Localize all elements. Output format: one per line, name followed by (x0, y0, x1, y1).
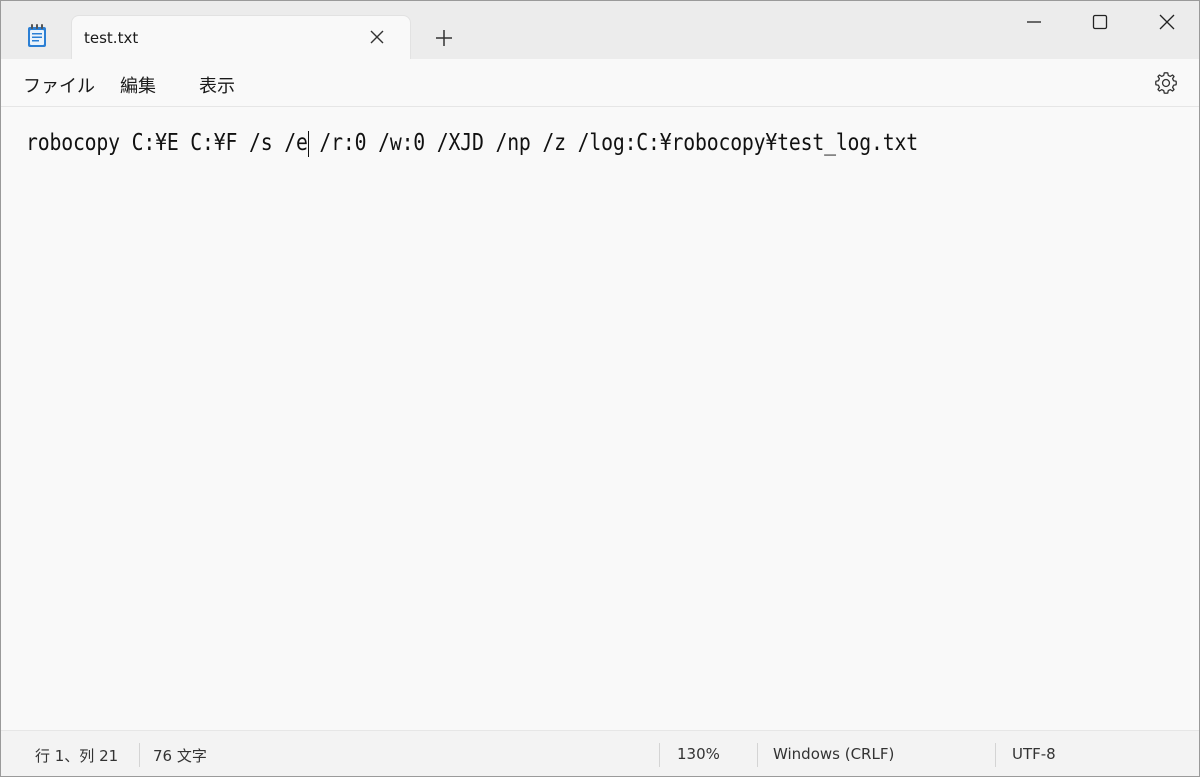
plus-icon[interactable] (433, 27, 455, 49)
status-bar: 行 1、列 21 76 文字 130% Windows (CRLF) UTF-8 (1, 730, 1199, 776)
maximize-button[interactable] (1067, 1, 1133, 45)
status-divider (757, 743, 758, 767)
line-ending[interactable]: Windows (CRLF) (773, 745, 894, 763)
close-window-button[interactable] (1134, 1, 1199, 45)
editor-text-line[interactable]: robocopy C:¥E C:¥F /s /e /r:0 /w:0 /XJD … (26, 130, 918, 156)
tab-title: test.txt (84, 29, 139, 47)
notepad-window: test.txt ファイル 編集 表示 robocopy C:¥E C:¥F /… (0, 0, 1200, 777)
status-divider (995, 743, 996, 767)
menu-edit[interactable]: 編集 (120, 72, 156, 98)
status-divider (139, 743, 140, 767)
text-editor[interactable]: robocopy C:¥E C:¥F /s /e /r:0 /w:0 /XJD … (1, 108, 1199, 730)
character-count: 76 文字 (153, 747, 207, 765)
cursor-position: 行 1、列 21 (35, 747, 119, 765)
menu-bar: ファイル 編集 表示 (1, 59, 1199, 107)
zoom-level[interactable]: 130% (677, 745, 720, 763)
tab-test-txt[interactable]: test.txt (71, 15, 411, 60)
status-divider (659, 743, 660, 767)
notepad-icon (25, 23, 49, 49)
menu-file[interactable]: ファイル (23, 72, 95, 98)
gear-icon[interactable] (1153, 70, 1179, 96)
close-icon[interactable] (368, 28, 386, 46)
menu-view[interactable]: 表示 (199, 72, 235, 98)
encoding[interactable]: UTF-8 (1012, 745, 1056, 763)
minimize-button[interactable] (1001, 1, 1067, 45)
text-caret (308, 131, 309, 157)
title-bar[interactable]: test.txt (1, 1, 1199, 60)
